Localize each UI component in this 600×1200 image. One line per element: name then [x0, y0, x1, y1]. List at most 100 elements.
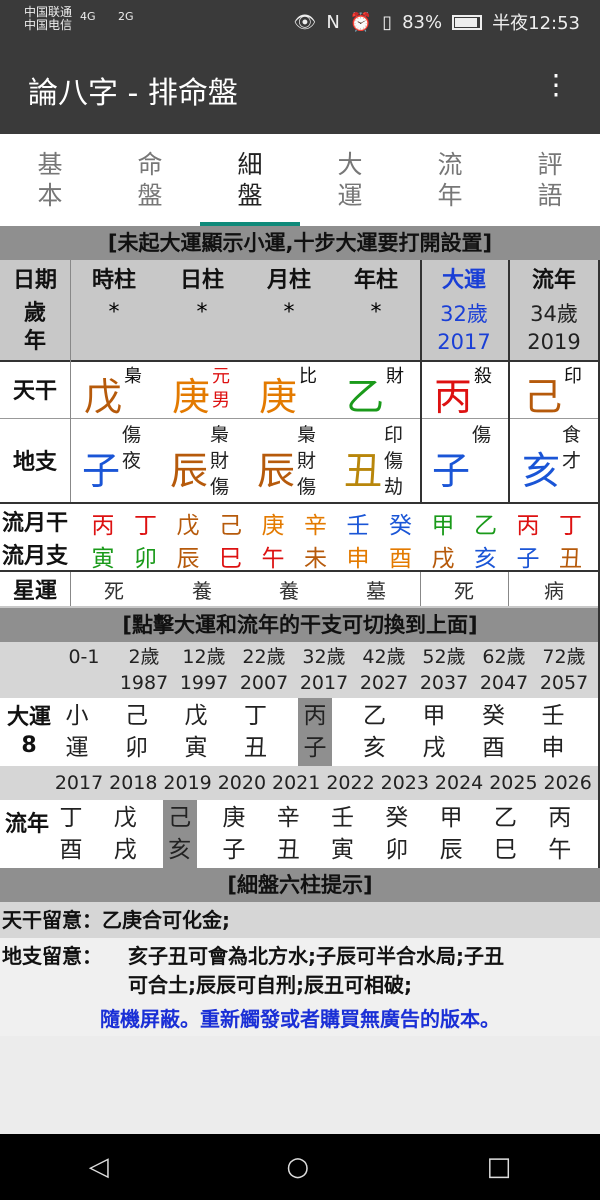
liuyue-item[interactable]: 丑	[556, 539, 586, 573]
liuyue-item[interactable]: 丁	[556, 506, 586, 540]
liuyue-item[interactable]: 辰	[173, 539, 203, 573]
liunian-year: 2026	[543, 772, 592, 794]
dayun-stem: 戊	[184, 703, 208, 729]
liuyue-item[interactable]: 丙	[513, 506, 543, 540]
liunian-pillar[interactable]: 庚子	[217, 800, 251, 868]
dizhi-cell[interactable]: 亥食才	[508, 418, 600, 502]
dayun-pillar[interactable]: 癸酉	[477, 698, 511, 766]
header-dayun: 大運	[441, 268, 486, 293]
back-icon[interactable]: ◁	[89, 1152, 109, 1182]
liunian-stem: 乙	[493, 805, 517, 831]
tab-liunian[interactable]: 流年	[400, 134, 500, 226]
dizhi-hidden-stem: 財	[210, 450, 230, 472]
liuyue-item[interactable]: 丙	[88, 506, 118, 540]
liunian-pillar[interactable]: 乙巳	[488, 800, 522, 868]
dayun-pillar[interactable]: 乙亥	[358, 698, 392, 766]
tiangan-stem: 庚	[259, 375, 298, 419]
liunian-stem: 丁	[59, 805, 83, 831]
more-menu-icon[interactable]: ⋮	[542, 70, 570, 100]
dizhi-hidden-stem: 傷	[472, 424, 492, 446]
dayun-start-year: 1987	[119, 672, 169, 694]
liuyue-item[interactable]: 酉	[386, 539, 416, 573]
liuyue-item[interactable]: 亥	[471, 539, 501, 573]
tab-comments[interactable]: 評語	[500, 134, 600, 226]
xingyun-row: 星運 死 養 養 墓 死 病	[0, 572, 600, 606]
dayun-start-year: 2017	[299, 672, 349, 694]
liunian-year: 2025	[489, 772, 538, 794]
tab-bar: 基本 命盤 細盤 大運 流年 評語	[0, 134, 600, 226]
dayun-stem: 乙	[363, 703, 386, 729]
dizhi-cell: 丑印傷劫	[332, 418, 420, 502]
liunian-pillar[interactable]: 丁酉	[54, 800, 88, 868]
tiangan-shishen: 殺	[474, 366, 492, 387]
liunian-pillar[interactable]: 戊戌	[108, 800, 142, 868]
tiangan-cell: 乙財	[332, 360, 420, 419]
tab-detail[interactable]: 細盤	[200, 134, 300, 226]
liuyue-zhi-row: 流月支 寅卯辰巳午未申酉戌亥子丑	[0, 537, 600, 573]
tiangan-stem: 庚	[172, 375, 211, 419]
divider	[508, 572, 509, 606]
dayun-pillar[interactable]: 丙子	[298, 698, 332, 766]
liuyue-item[interactable]: 辛	[301, 506, 331, 540]
tiangan-cell[interactable]: 丙殺	[420, 360, 508, 419]
age-dayun[interactable]: 32歲 2017	[420, 296, 508, 360]
dayun-pillar-row: 大運 8 小運己卯戊寅丁丑丙子乙亥甲戌癸酉壬申	[0, 698, 600, 766]
dizhi-hidden-stem: 傷	[297, 476, 317, 498]
header-date: 日期	[12, 268, 57, 293]
liunian-pillar[interactable]: 辛丑	[271, 800, 305, 868]
dayun-start-year: 2047	[479, 672, 529, 694]
liuyue-item[interactable]: 未	[301, 539, 331, 573]
tab-basic[interactable]: 基本	[0, 134, 100, 226]
liuyue-item[interactable]: 卯	[131, 539, 161, 573]
recent-apps-icon[interactable]: □	[487, 1152, 512, 1182]
tab-chart[interactable]: 命盤	[100, 134, 200, 226]
liunian-pillar[interactable]: 癸卯	[380, 800, 414, 868]
dayun-stem: 壬	[541, 703, 565, 729]
liunian-branch: 巳	[493, 837, 517, 863]
liuyue-item[interactable]: 癸	[386, 506, 416, 540]
liuyue-item[interactable]: 巳	[216, 539, 246, 573]
liunian-pillar[interactable]: 甲辰	[434, 800, 468, 868]
tiangan-cell[interactable]: 己印	[508, 360, 600, 419]
liuyue-item[interactable]: 子	[513, 539, 543, 573]
liunian-branch: 卯	[385, 837, 409, 863]
ad-notice[interactable]: 隨機屏蔽。重新觸發或者購買無廣告的版本。	[0, 1002, 600, 1036]
liuyue-item[interactable]: 戌	[428, 539, 458, 573]
tab-dayun[interactable]: 大運	[300, 134, 400, 226]
liuyue-item[interactable]: 壬	[343, 506, 373, 540]
liuyue-item[interactable]: 寅	[88, 539, 118, 573]
liunian-pillar[interactable]: 己亥	[162, 800, 197, 868]
dayun-pillar[interactable]: 丁丑	[239, 698, 273, 766]
dayun-age-cell: 72歲 2057	[536, 644, 592, 696]
alarm-icon: ⏰	[349, 11, 373, 33]
nfc-icon: N	[326, 11, 340, 33]
liuyue-item[interactable]: 戊	[173, 506, 203, 540]
dayun-pillar[interactable]: 壬申	[536, 698, 570, 766]
liuyue-item[interactable]: 乙	[471, 506, 501, 540]
system-nav-bar: ◁ ○ □	[0, 1134, 600, 1200]
dizhi-cell[interactable]: 子傷	[420, 418, 508, 502]
liuyue-item[interactable]: 庚	[258, 506, 288, 540]
dizhi-hidden-stem: 才	[562, 450, 582, 472]
dayun-age-cell: 0-1	[56, 644, 112, 670]
tiangan-stem: 戊	[84, 375, 123, 419]
dayun-pillar[interactable]: 戊寅	[179, 698, 213, 766]
dayun-pillar[interactable]: 己卯	[120, 698, 154, 766]
liuyue-item[interactable]: 申	[343, 539, 373, 573]
liuyue-item[interactable]: 甲	[428, 506, 458, 540]
liuyue-item[interactable]: 丁	[131, 506, 161, 540]
dayun-branch: 酉	[482, 735, 505, 761]
dizhi-notes: 地支留意： 亥子丑可會為北方水;子辰可半合水局;子丑 可合土;辰辰可自刑;辰丑可…	[2, 944, 504, 997]
liunian-pillar[interactable]: 壬寅	[326, 800, 360, 868]
liunian-year: 2021	[272, 772, 321, 794]
dayun-start-year: 2037	[419, 672, 469, 694]
age-liunian[interactable]: 34歲 2019	[508, 296, 600, 360]
dayun-pillar[interactable]: 甲戌	[417, 698, 451, 766]
liunian-branch: 午	[548, 837, 572, 863]
liuyue-item[interactable]: 己	[216, 506, 246, 540]
network-1: 4G	[80, 10, 96, 23]
liuyue-item[interactable]: 午	[258, 539, 288, 573]
liunian-pillar[interactable]: 丙午	[543, 800, 577, 868]
home-icon[interactable]: ○	[286, 1152, 309, 1182]
dayun-pillar[interactable]: 小運	[60, 698, 94, 766]
